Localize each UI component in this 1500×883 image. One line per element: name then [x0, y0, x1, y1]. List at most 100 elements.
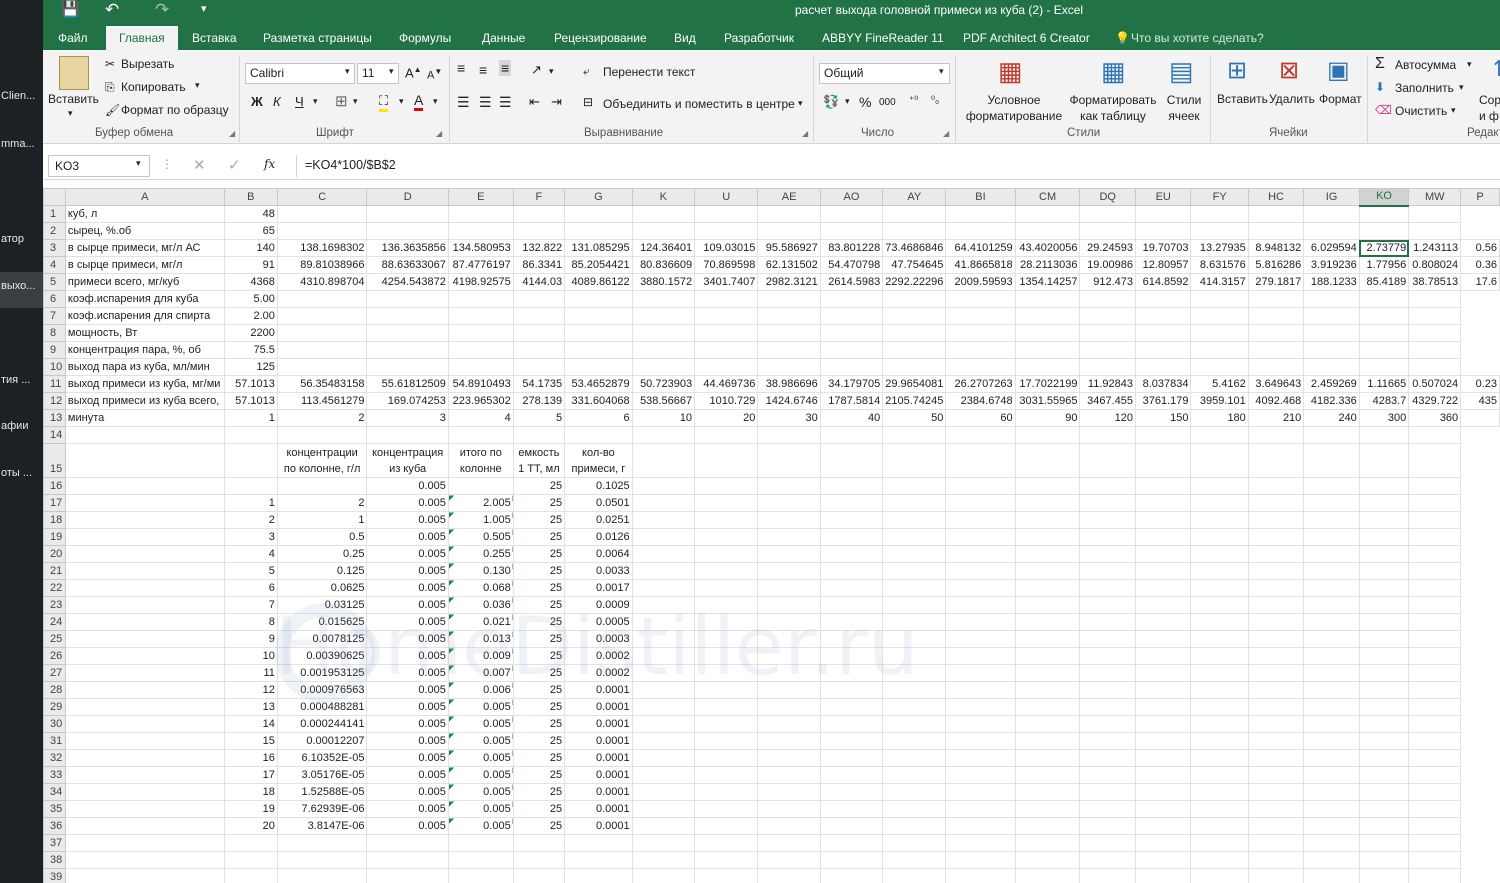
side-item[interactable]: афии [0, 420, 43, 432]
cell[interactable]: 38.78513 [1408, 273, 1462, 291]
cell[interactable] [1079, 443, 1136, 478]
cell[interactable] [1358, 783, 1410, 801]
row-header[interactable]: 12 [43, 392, 66, 410]
cell[interactable] [1247, 443, 1305, 478]
cell[interactable]: 2 [223, 511, 278, 529]
cell[interactable] [819, 579, 884, 597]
cell[interactable] [631, 290, 696, 308]
cell[interactable] [631, 205, 696, 223]
cell[interactable] [1079, 545, 1136, 563]
cell[interactable] [1358, 222, 1410, 240]
cell[interactable]: 0.0033 [564, 562, 633, 580]
cell[interactable] [694, 664, 759, 682]
cell[interactable] [1408, 630, 1462, 648]
cell[interactable] [1303, 749, 1360, 767]
cell[interactable]: 0.005 [366, 681, 449, 699]
cell[interactable] [1303, 511, 1360, 529]
cell[interactable] [1014, 358, 1081, 376]
cell[interactable] [1408, 732, 1462, 750]
cell[interactable]: 25 [512, 698, 566, 716]
increase-font-icon[interactable]: A▲ [405, 65, 422, 80]
cell[interactable] [276, 426, 368, 444]
cell[interactable] [1134, 715, 1192, 733]
cell[interactable] [1014, 205, 1081, 223]
cell[interactable] [447, 307, 514, 325]
cell[interactable] [819, 732, 884, 750]
cell[interactable]: 0.005 [366, 698, 449, 716]
row-header[interactable]: 30 [43, 715, 66, 733]
cell[interactable]: 0.1025 [564, 477, 633, 495]
header-cell[interactable]: кол-во примеси, г [564, 443, 633, 478]
cell[interactable] [447, 477, 514, 495]
cell[interactable] [694, 562, 759, 580]
cell[interactable] [1014, 596, 1081, 614]
cell[interactable]: куб, л [64, 205, 225, 223]
cell[interactable]: 25 [512, 766, 566, 784]
cell[interactable] [276, 307, 368, 325]
cell[interactable]: 0.005 [366, 596, 449, 614]
tab-insert[interactable]: Вставка [192, 31, 237, 45]
cell[interactable] [1303, 426, 1360, 444]
cell[interactable] [1303, 341, 1360, 359]
cell[interactable] [1190, 732, 1249, 750]
cell[interactable]: 87.4776197 [447, 256, 514, 274]
cell[interactable]: 26.2707263 [945, 375, 1016, 393]
cell[interactable] [1190, 511, 1249, 529]
cell[interactable] [631, 664, 696, 682]
cell-styles-button[interactable]: Стили ячеек [1163, 92, 1205, 124]
cell[interactable]: 15 [223, 732, 278, 750]
cell[interactable]: 18 [223, 783, 278, 801]
row-header[interactable]: 18 [43, 511, 66, 529]
cell[interactable]: 3401.7407 [694, 273, 759, 291]
cell[interactable]: 0.005 [366, 477, 449, 495]
side-item[interactable]: mma... [0, 138, 43, 150]
cell[interactable]: 50 [882, 409, 947, 427]
cell[interactable]: 1.11665 [1358, 375, 1410, 393]
row-header[interactable]: 10 [43, 358, 66, 376]
copy-button[interactable]: Копировать [121, 80, 186, 94]
cell[interactable]: 0.005 [366, 528, 449, 546]
cell[interactable] [276, 290, 368, 308]
cell[interactable] [564, 426, 633, 444]
row-header[interactable]: 1 [43, 205, 66, 223]
cell[interactable] [694, 630, 759, 648]
cell[interactable] [1303, 664, 1360, 682]
cell[interactable] [1247, 630, 1305, 648]
cell[interactable] [631, 358, 696, 376]
cell[interactable]: 65 [223, 222, 278, 240]
borders-icon[interactable]: ⊞ [335, 92, 348, 110]
paste-icon[interactable] [59, 56, 89, 90]
row-header[interactable]: 8 [43, 324, 66, 342]
cell[interactable] [1014, 800, 1081, 818]
cell[interactable]: коэф.испарения для спирта [64, 307, 225, 325]
insert-cells-button[interactable]: Вставить [1217, 92, 1268, 106]
cell[interactable] [1303, 732, 1360, 750]
cell[interactable] [1190, 494, 1249, 512]
cell[interactable]: 150 [1134, 409, 1192, 427]
cell[interactable]: 124.36401 [631, 239, 696, 257]
cell[interactable] [1408, 324, 1462, 342]
cell[interactable] [1408, 511, 1462, 529]
cell[interactable]: 25 [512, 664, 566, 682]
column-header[interactable]: IG [1303, 188, 1360, 206]
formula-input[interactable]: =KO4*100/$B$2 [296, 155, 1496, 177]
cell[interactable] [819, 545, 884, 563]
cell[interactable] [64, 647, 225, 665]
decrease-decimal-icon[interactable]: ⁰₀ [931, 95, 939, 106]
header-cell[interactable]: концентрации по колонне, г/л [276, 443, 368, 478]
cell[interactable] [1134, 698, 1192, 716]
cell[interactable] [1190, 868, 1249, 883]
cell[interactable] [694, 766, 759, 784]
cell[interactable] [631, 477, 696, 495]
cell[interactable] [882, 494, 947, 512]
percent-icon[interactable]: % [859, 94, 871, 110]
cell[interactable]: 1354.14257 [1014, 273, 1081, 291]
cell[interactable] [366, 307, 449, 325]
cell[interactable]: 5 [223, 562, 278, 580]
cell[interactable] [512, 307, 566, 325]
cell[interactable] [1014, 851, 1081, 869]
cell[interactable] [1408, 868, 1462, 883]
cell[interactable]: 3467.455 [1079, 392, 1136, 410]
cell[interactable]: 538.56667 [631, 392, 696, 410]
cell[interactable] [1134, 647, 1192, 665]
